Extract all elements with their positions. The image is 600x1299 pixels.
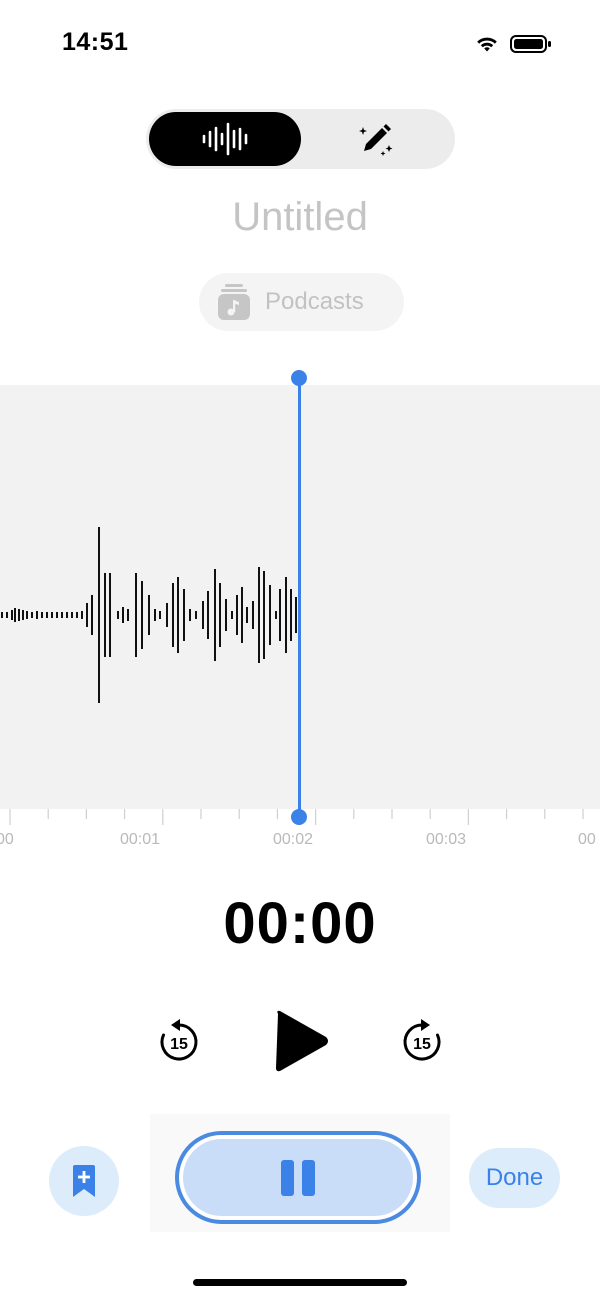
play-button[interactable] xyxy=(270,1008,332,1074)
pause-recording-button[interactable] xyxy=(175,1131,421,1224)
time-label: 00:01 xyxy=(120,831,161,848)
time-label: 00:03 xyxy=(426,831,467,848)
skip-back-seconds: 15 xyxy=(170,1036,188,1053)
waveform-icon xyxy=(202,122,248,156)
skip-back-15-icon: 15 xyxy=(160,1019,198,1061)
mode-toggle xyxy=(146,109,455,169)
time-label: 00 xyxy=(578,831,596,848)
playhead-bottom-handle[interactable] xyxy=(291,809,307,825)
recording-title[interactable]: Untitled xyxy=(0,195,600,240)
magic-pencil-icon xyxy=(359,124,393,156)
skip-forward-seconds: 15 xyxy=(413,1036,431,1053)
battery-icon xyxy=(510,35,551,53)
skip-forward-button[interactable]: 15 xyxy=(400,1018,444,1064)
time-label: 00 xyxy=(0,831,14,848)
done-button[interactable]: Done xyxy=(469,1148,560,1208)
current-time: 00:00 xyxy=(223,891,377,956)
status-time: 14:51 xyxy=(62,28,129,56)
pause-icon xyxy=(281,1159,294,1196)
waveform-mode-button[interactable] xyxy=(149,112,301,166)
home-indicator xyxy=(193,1279,407,1286)
time-label: 00:02 xyxy=(273,831,314,848)
enhance-mode-button[interactable] xyxy=(300,112,452,166)
music-folder-icon xyxy=(218,284,250,320)
skip-forward-15-icon: 15 xyxy=(403,1019,441,1061)
playhead-top-handle[interactable] xyxy=(291,370,307,386)
play-icon xyxy=(276,1010,328,1072)
skip-back-button[interactable]: 15 xyxy=(157,1018,201,1064)
playhead-line[interactable] xyxy=(298,378,301,818)
pause-button-fill xyxy=(183,1139,413,1216)
wifi-icon xyxy=(477,37,497,52)
bookmark-plus-icon xyxy=(73,1165,95,1197)
status-icons xyxy=(474,34,552,54)
folder-label: Podcasts xyxy=(265,288,364,315)
add-bookmark-button[interactable] xyxy=(49,1146,119,1216)
pause-icon xyxy=(302,1159,315,1196)
folder-button[interactable]: Podcasts xyxy=(199,273,404,331)
